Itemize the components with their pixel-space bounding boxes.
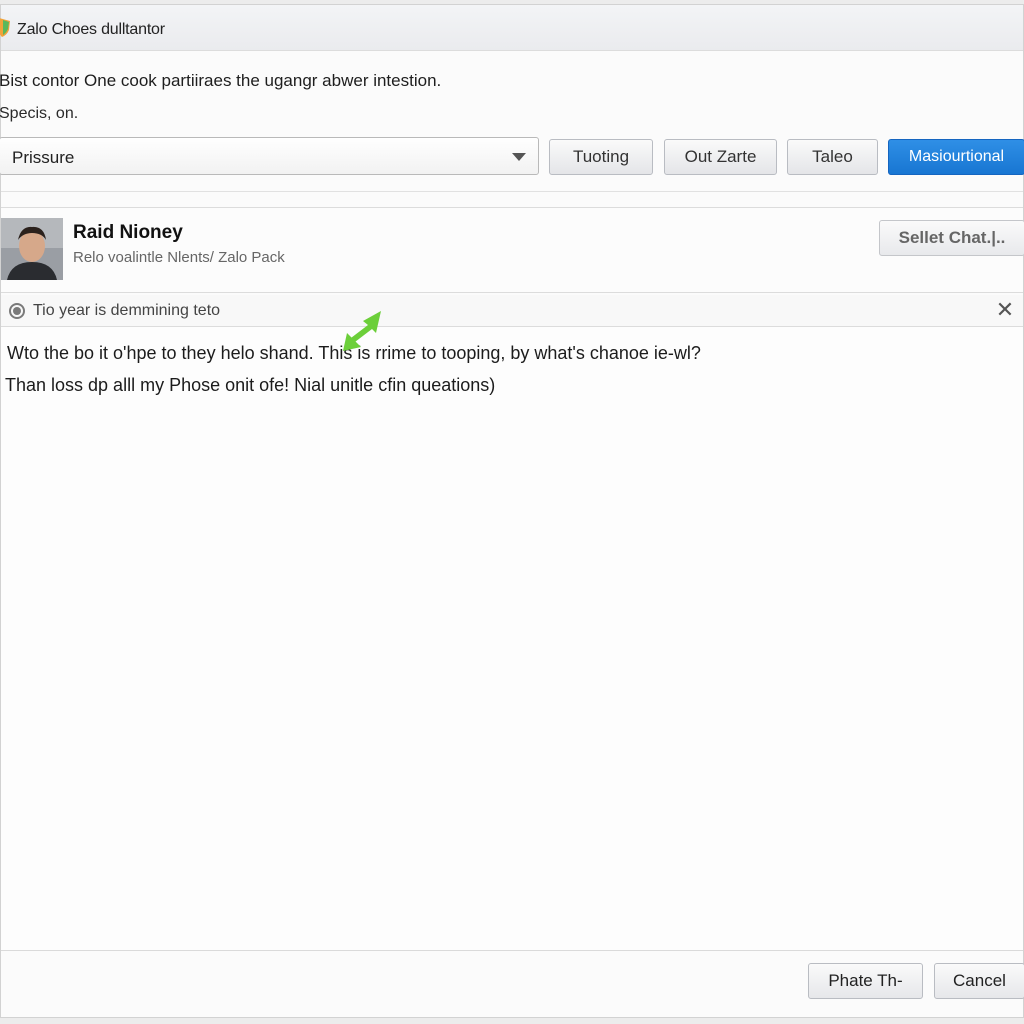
primary-action-button[interactable]: Masiourtional (888, 139, 1024, 175)
window-title: Zalo Choes dulltantor (17, 21, 165, 38)
notice-text: Tio year is demmining teto (33, 302, 221, 319)
contact-subtitle: Relo voalintle Nlents/ Zalo Pack (73, 249, 285, 266)
cancel-button[interactable]: Cancel (934, 963, 1024, 999)
green-arrow-cursor-icon (343, 311, 381, 351)
confirm-button[interactable]: Phate Th- (808, 963, 923, 999)
radio-circle-icon (9, 303, 25, 319)
avatar-portrait (1, 218, 63, 280)
divider (1, 191, 1023, 192)
avatar (1, 218, 63, 280)
app-window: Zalo Choes dulltantor Bist contor One co… (0, 4, 1024, 1018)
message-input-area[interactable]: Wto the bo it oʹhpe to they helo shand. … (1, 311, 1023, 951)
out-zarte-button[interactable]: Out Zarte (664, 139, 777, 175)
dropdown-value: Prissure (12, 148, 75, 167)
category-dropdown[interactable]: Prissure (0, 137, 539, 175)
description-text: Bist contor One cook partiiraes the ugan… (0, 71, 442, 90)
title-bar: Zalo Choes dulltantor (0, 5, 1023, 51)
shield-logo-icon (0, 18, 10, 37)
select-chat-button[interactable]: Sellet Chat.|.. (879, 220, 1024, 256)
subdescription-text: Specis, on. (0, 105, 79, 122)
message-line: Than loss dp alll my Phose onit ofe! Nia… (5, 375, 496, 395)
notice-bar: Tio year is demmining teto ✕ (1, 295, 1023, 327)
contact-name: Raid Nioney (73, 222, 183, 243)
chevron-down-icon (512, 153, 526, 161)
close-icon[interactable]: ✕ (993, 298, 1017, 322)
taleo-button[interactable]: Taleo (787, 139, 878, 175)
tuoting-button[interactable]: Tuoting (549, 139, 653, 175)
contact-panel: Raid Nioney Relo voalintle Nlents/ Zalo … (1, 207, 1024, 293)
